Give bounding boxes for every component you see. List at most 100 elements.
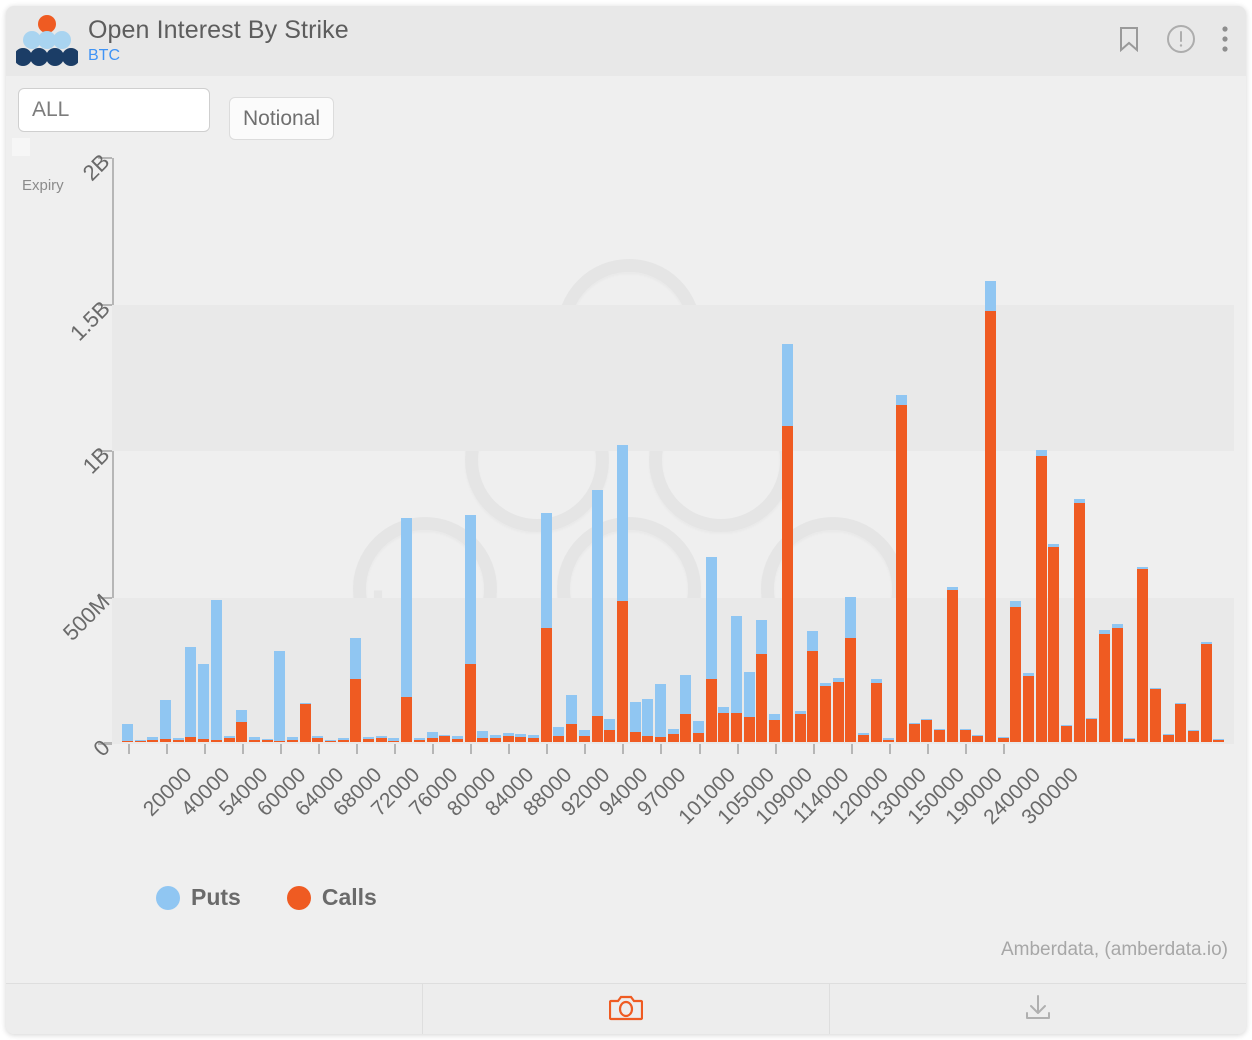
- chart-bar[interactable]: [667, 728, 679, 742]
- chart-bar[interactable]: [794, 710, 806, 742]
- chart-bar[interactable]: [680, 674, 692, 742]
- chart-bar[interactable]: [756, 620, 768, 742]
- chart-bar[interactable]: [832, 677, 844, 742]
- chart-bar[interactable]: [578, 729, 590, 742]
- chart-bar[interactable]: [629, 702, 641, 742]
- chart-bar[interactable]: [1048, 544, 1060, 742]
- chart-bar[interactable]: [921, 718, 933, 742]
- chart-bar[interactable]: [553, 727, 565, 742]
- chart-bar[interactable]: [1022, 672, 1034, 742]
- chart-bar[interactable]: [172, 738, 184, 742]
- chart-bar[interactable]: [401, 517, 413, 742]
- chart-bar[interactable]: [997, 737, 1009, 742]
- chart-bar[interactable]: [743, 671, 755, 742]
- chart-bar[interactable]: [972, 735, 984, 742]
- bar-segment-calls: [1149, 689, 1161, 742]
- chart-bar[interactable]: [540, 513, 552, 742]
- chart-bar[interactable]: [312, 736, 324, 742]
- chart-bar[interactable]: [896, 394, 908, 742]
- chart-bar[interactable]: [1099, 630, 1111, 742]
- bar-segment-puts: [147, 737, 159, 741]
- chart-bar[interactable]: [413, 737, 425, 742]
- chart-bar[interactable]: [845, 596, 857, 742]
- chart-bar[interactable]: [959, 729, 971, 742]
- chart-bar[interactable]: [337, 737, 349, 742]
- chart-bar[interactable]: [1124, 737, 1136, 742]
- bar-segment-calls: [1213, 739, 1225, 742]
- chart-bar[interactable]: [147, 737, 159, 742]
- kebab-menu-icon[interactable]: [1222, 25, 1228, 57]
- chart-bar[interactable]: [1149, 688, 1161, 742]
- chart-bar[interactable]: [858, 733, 869, 742]
- chart-bar[interactable]: [870, 679, 882, 742]
- chart-bar[interactable]: [616, 444, 628, 742]
- chart-bar[interactable]: [946, 586, 958, 742]
- chart-bar[interactable]: [883, 738, 895, 742]
- chart-bar[interactable]: [528, 734, 540, 742]
- chart-bar[interactable]: [464, 514, 476, 742]
- bar-segment-puts: [591, 490, 603, 716]
- chart-bar[interactable]: [1175, 703, 1187, 742]
- chart-bar[interactable]: [299, 702, 311, 742]
- chart-bar[interactable]: [477, 731, 489, 742]
- chart-bar[interactable]: [286, 737, 298, 742]
- chart-bar[interactable]: [934, 729, 946, 742]
- chart-bar[interactable]: [134, 739, 146, 742]
- chart-bar[interactable]: [261, 738, 273, 742]
- chart-bar[interactable]: [439, 734, 451, 742]
- chart-bar[interactable]: [705, 557, 717, 742]
- chart-bar[interactable]: [1213, 738, 1225, 742]
- chart-bar[interactable]: [566, 695, 578, 742]
- chart-bar[interactable]: [1111, 624, 1123, 742]
- chart-bar[interactable]: [515, 734, 527, 742]
- chart-bar[interactable]: [274, 651, 286, 742]
- chart-bar[interactable]: [1061, 725, 1073, 742]
- chart-bar[interactable]: [819, 683, 831, 742]
- chart-bar[interactable]: [363, 737, 375, 742]
- chart-bar[interactable]: [490, 734, 501, 742]
- chart-bar[interactable]: [908, 722, 920, 742]
- chart-bar[interactable]: [718, 707, 730, 742]
- chart-bar[interactable]: [210, 600, 222, 742]
- chart-bar[interactable]: [325, 739, 337, 742]
- chart-bar[interactable]: [807, 630, 819, 742]
- chart-bar[interactable]: [388, 738, 400, 742]
- legend-item-calls[interactable]: Calls: [286, 884, 377, 911]
- chart-bar[interactable]: [223, 736, 235, 742]
- chart-bar[interactable]: [185, 647, 197, 742]
- chart-bar[interactable]: [1200, 642, 1212, 742]
- snapshot-button[interactable]: [423, 984, 830, 1034]
- chart-bar[interactable]: [122, 724, 133, 742]
- chart-bar[interactable]: [1137, 566, 1149, 742]
- chart-bar[interactable]: [604, 718, 616, 742]
- chart-bar[interactable]: [350, 638, 362, 742]
- chart-bar[interactable]: [1086, 717, 1098, 742]
- chart-bar[interactable]: [642, 698, 654, 742]
- chart-bar[interactable]: [248, 737, 260, 742]
- chart-bar[interactable]: [731, 616, 743, 742]
- chart-bar[interactable]: [160, 699, 172, 742]
- chart-bar[interactable]: [426, 732, 438, 742]
- chart-bar[interactable]: [769, 714, 781, 742]
- chart-bar[interactable]: [984, 280, 996, 742]
- chart-bar[interactable]: [502, 732, 514, 742]
- chart-bar[interactable]: [198, 664, 210, 742]
- chart-bar[interactable]: [375, 735, 387, 742]
- chart-bar[interactable]: [451, 736, 463, 742]
- legend-item-puts[interactable]: Puts: [156, 884, 241, 911]
- chart-bar[interactable]: [1162, 734, 1174, 742]
- bookmark-icon[interactable]: [1118, 26, 1140, 57]
- chart-bar[interactable]: [1187, 729, 1199, 742]
- chart-bar[interactable]: [1073, 498, 1085, 742]
- chart-bar[interactable]: [236, 709, 248, 742]
- chart-bar[interactable]: [1035, 450, 1047, 742]
- notional-button[interactable]: Notional: [229, 97, 335, 140]
- chart-bar[interactable]: [1010, 601, 1022, 742]
- expiry-select[interactable]: ALL: [18, 88, 210, 132]
- download-button[interactable]: [830, 984, 1246, 1034]
- chart-bar[interactable]: [693, 720, 705, 742]
- chart-bar[interactable]: [781, 343, 793, 742]
- chart-bar[interactable]: [654, 684, 666, 742]
- exclamation-circle-icon[interactable]: [1166, 24, 1196, 59]
- chart-bar[interactable]: [591, 490, 603, 742]
